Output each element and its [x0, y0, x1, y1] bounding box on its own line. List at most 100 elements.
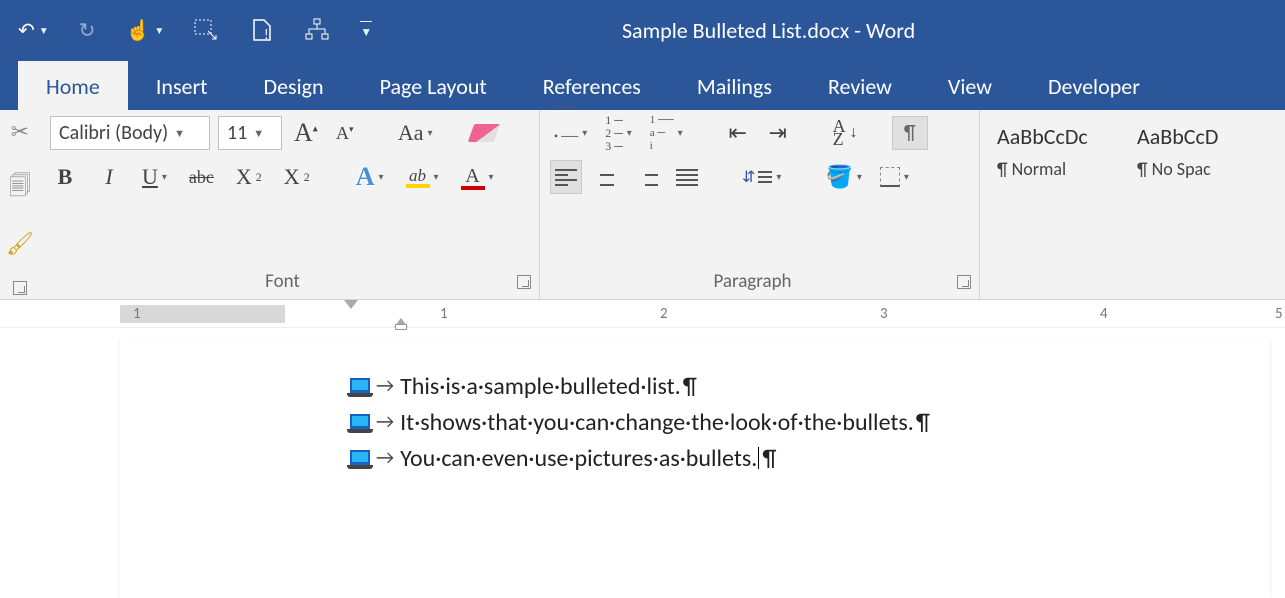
- tab-mailings[interactable]: Mailings: [669, 61, 800, 110]
- svg-text:!: !: [264, 26, 269, 42]
- first-line-indent-marker[interactable]: [344, 300, 358, 309]
- tab-mark: →: [376, 374, 394, 398]
- tab-review[interactable]: Review: [800, 61, 920, 110]
- qat-button-org[interactable]: [304, 18, 330, 42]
- line-text: You·can·even·use·pictures·as·bullets.: [400, 444, 757, 473]
- chevron-down-icon: ▾: [904, 172, 909, 183]
- outdent-icon: ⇤: [728, 120, 746, 146]
- clear-formatting-button[interactable]: [467, 116, 501, 150]
- font-color-button[interactable]: A ▾: [457, 160, 498, 194]
- tab-developer[interactable]: Developer: [1020, 61, 1168, 110]
- tab-insert[interactable]: Insert: [128, 61, 236, 110]
- tab-page-layout[interactable]: Page Layout: [352, 61, 515, 110]
- shrink-font-button[interactable]: A▾: [330, 116, 360, 150]
- qat-customize-button[interactable]: ▼: [360, 21, 372, 40]
- ruler-number: 1: [440, 305, 448, 323]
- tab-design[interactable]: Design: [236, 61, 352, 110]
- change-case-icon: Aa: [398, 120, 424, 146]
- show-hide-marks-button[interactable]: ¶: [892, 116, 928, 150]
- touch-icon: ☝: [125, 18, 150, 43]
- style-name: ¶ Normal: [997, 158, 1109, 180]
- ruler-number: 4: [1100, 305, 1108, 323]
- italic-button[interactable]: I: [94, 160, 124, 194]
- subscript-button[interactable]: X2: [232, 160, 266, 194]
- picture-bullet-icon: [350, 414, 370, 430]
- brush-icon: 🖌: [6, 230, 34, 257]
- paragraph-mark: ¶: [683, 372, 697, 401]
- grow-font-button[interactable]: A▴: [290, 116, 322, 150]
- style-name: ¶ No Spac: [1137, 158, 1249, 180]
- align-center-icon: [596, 169, 618, 186]
- list-item[interactable]: → It·shows·that·you·can·change·the·look·…: [350, 404, 1270, 440]
- copy-icon: 🗐: [9, 172, 31, 199]
- justify-button[interactable]: [672, 160, 702, 194]
- left-indent-marker[interactable]: [395, 324, 407, 330]
- picture-bullet-icon: [350, 450, 370, 466]
- qat-button-newdoc[interactable]: !: [250, 18, 274, 42]
- chevron-down-icon: ▾: [378, 172, 383, 183]
- underline-button[interactable]: U▾: [138, 160, 171, 194]
- underline-icon: U: [142, 164, 158, 190]
- tab-home[interactable]: Home: [18, 61, 128, 110]
- horizontal-ruler[interactable]: 1 1 2 3 4 5: [0, 300, 1285, 328]
- decrease-indent-button[interactable]: ⇤: [723, 116, 753, 150]
- superscript-button[interactable]: X2: [280, 160, 314, 194]
- list-item[interactable]: → This·is·a·sample·bulleted·list. ¶: [350, 368, 1270, 404]
- numbering-button[interactable]: ▾: [601, 116, 636, 150]
- picture-bullet-icon: [350, 378, 370, 394]
- paragraph-launcher[interactable]: [957, 275, 971, 289]
- document-page[interactable]: → This·is·a·sample·bulleted·list. ¶ → It…: [120, 338, 1270, 598]
- format-painter-button[interactable]: 🖌: [6, 230, 34, 257]
- align-left-button[interactable]: [550, 160, 582, 194]
- redo-button[interactable]: ↻: [79, 18, 96, 43]
- font-size-combo[interactable]: 11 ▼: [218, 116, 282, 150]
- text-cursor: [758, 447, 759, 469]
- undo-button[interactable]: ↶▼: [18, 18, 49, 43]
- align-center-button[interactable]: [592, 160, 622, 194]
- paragraph-group-label: Paragraph: [548, 270, 957, 293]
- ruler-margin-shade: [120, 305, 285, 323]
- multilevel-icon: [650, 115, 674, 151]
- line-spacing-icon: ⇵: [742, 167, 772, 187]
- qat-button-select[interactable]: [194, 19, 220, 41]
- borders-button[interactable]: ▾: [876, 160, 913, 194]
- font-size-value: 11: [227, 121, 247, 145]
- arrow-down-icon: ↓: [850, 124, 858, 142]
- style-sample: AaBbCcDc: [997, 123, 1109, 150]
- clipboard-launcher[interactable]: [13, 281, 27, 295]
- line-spacing-button[interactable]: ⇵▾: [738, 160, 785, 194]
- list-item[interactable]: → You·can·even·use·pictures·as·bullets. …: [350, 440, 1270, 476]
- bullets-button[interactable]: ▾: [550, 116, 591, 150]
- align-right-icon: [636, 169, 658, 186]
- grow-font-icon: A▴: [294, 118, 318, 148]
- tab-view[interactable]: View: [920, 61, 1020, 110]
- align-right-button[interactable]: [632, 160, 662, 194]
- style-sample: AaBbCcD: [1137, 123, 1249, 150]
- bold-button[interactable]: B: [50, 160, 80, 194]
- chevron-down-icon: ▼: [174, 127, 185, 140]
- change-case-button[interactable]: Aa▾: [394, 116, 437, 150]
- cut-button[interactable]: ✂: [11, 118, 29, 145]
- font-launcher[interactable]: [517, 275, 531, 289]
- align-left-icon: [555, 169, 577, 186]
- text-effects-button[interactable]: A▾: [352, 160, 388, 194]
- shading-button[interactable]: 🪣▾: [821, 160, 865, 194]
- undo-icon: ↶: [18, 18, 35, 43]
- tab-references[interactable]: References: [515, 61, 669, 110]
- ribbon-tabs: Home Insert Design Page Layout Reference…: [0, 60, 1285, 110]
- chevron-down-icon: ▾: [582, 128, 587, 139]
- dropdown-caret-icon: ▼: [360, 21, 372, 40]
- font-name-combo[interactable]: Calibri (Body) ▼: [50, 116, 210, 150]
- highlight-button[interactable]: ab ▾: [402, 160, 443, 194]
- sort-button[interactable]: A Z ↓: [829, 116, 862, 150]
- touch-mode-button[interactable]: ☝▼: [125, 18, 164, 43]
- ruler-number: 2: [660, 305, 668, 323]
- style-no-spacing[interactable]: AaBbCcD ¶ No Spac: [1128, 116, 1258, 187]
- dropdown-caret-icon: ▼: [154, 24, 164, 37]
- copy-button[interactable]: 🗐: [9, 169, 31, 207]
- strikethrough-button[interactable]: abc: [185, 160, 218, 194]
- increase-indent-button[interactable]: ⇥: [763, 116, 793, 150]
- style-normal[interactable]: AaBbCcDc ¶ Normal: [988, 116, 1118, 187]
- chevron-down-icon: ▾: [857, 172, 862, 183]
- multilevel-list-button[interactable]: ▾: [646, 116, 687, 150]
